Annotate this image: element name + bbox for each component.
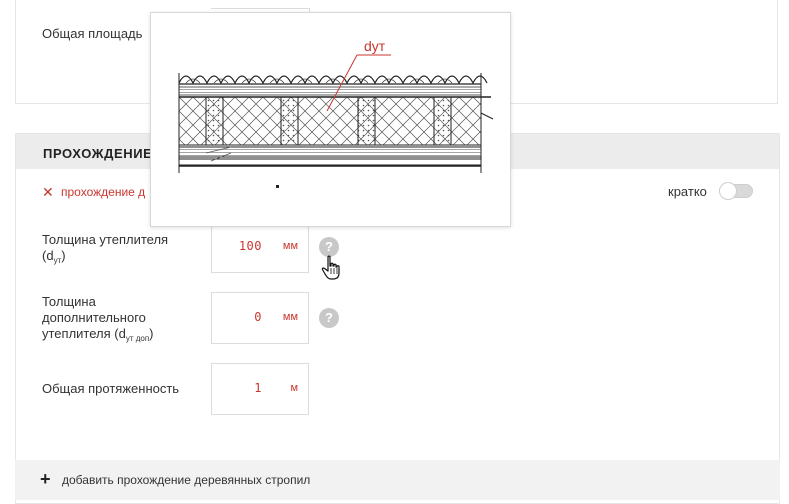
- help-tooltip-popup: dут: [150, 12, 511, 227]
- label-line-3: утеплителя (d: [42, 326, 126, 341]
- total-length-input[interactable]: 1 м: [211, 363, 309, 415]
- additional-insulation-unit: мм: [282, 311, 298, 323]
- total-area-label: Общая площадь: [42, 26, 143, 41]
- toggle-knob[interactable]: [719, 182, 737, 200]
- brief-toggle-label: кратко: [668, 184, 707, 199]
- total-length-value[interactable]: 1: [254, 381, 262, 395]
- section-title: ПРОХОЖДЕНИЕ: [43, 146, 153, 161]
- roof-tiles: [178, 75, 488, 85]
- diagram-label: dут: [364, 38, 386, 54]
- label-close: ): [61, 248, 66, 263]
- question-icon[interactable]: ?: [319, 308, 339, 328]
- label-paren: (d: [42, 248, 54, 263]
- add-passage-label: добавить прохождение деревянных стропил: [62, 473, 311, 487]
- label-subscript: ут доп: [125, 334, 150, 343]
- label-line-2: дополнительного: [42, 310, 146, 325]
- brief-toggle[interactable]: [719, 182, 753, 200]
- insulation-thickness-unit: мм: [282, 240, 298, 252]
- add-passage-button[interactable]: + добавить прохождение деревянных стропи…: [15, 460, 780, 500]
- total-length-label: Общая протяженность: [42, 381, 180, 396]
- insulation-thickness-input[interactable]: 100 мм: [211, 221, 309, 273]
- hand-pointer-icon: [321, 255, 340, 280]
- roof-section-diagram: dут: [178, 38, 494, 188]
- question-icon[interactable]: ?: [319, 237, 339, 257]
- label-close: ): [149, 326, 154, 341]
- remove-passage-label: прохождение д: [61, 185, 146, 199]
- total-length-unit: м: [290, 382, 298, 394]
- x-icon[interactable]: ✕: [42, 184, 54, 201]
- insulation-thickness-value[interactable]: 100: [239, 239, 262, 253]
- insulation-thickness-label: Толщина утеплителя (dут): [42, 232, 192, 269]
- insulation-thickness-label-text: Толщина утеплителя: [42, 232, 169, 247]
- additional-insulation-value[interactable]: 0: [254, 310, 262, 324]
- label-line-1: Толщина: [42, 294, 96, 309]
- additional-insulation-input[interactable]: 0 мм: [211, 292, 309, 344]
- additional-insulation-label: Толщина дополнительного утеплителя (dут …: [42, 294, 202, 347]
- plus-icon[interactable]: +: [40, 469, 51, 490]
